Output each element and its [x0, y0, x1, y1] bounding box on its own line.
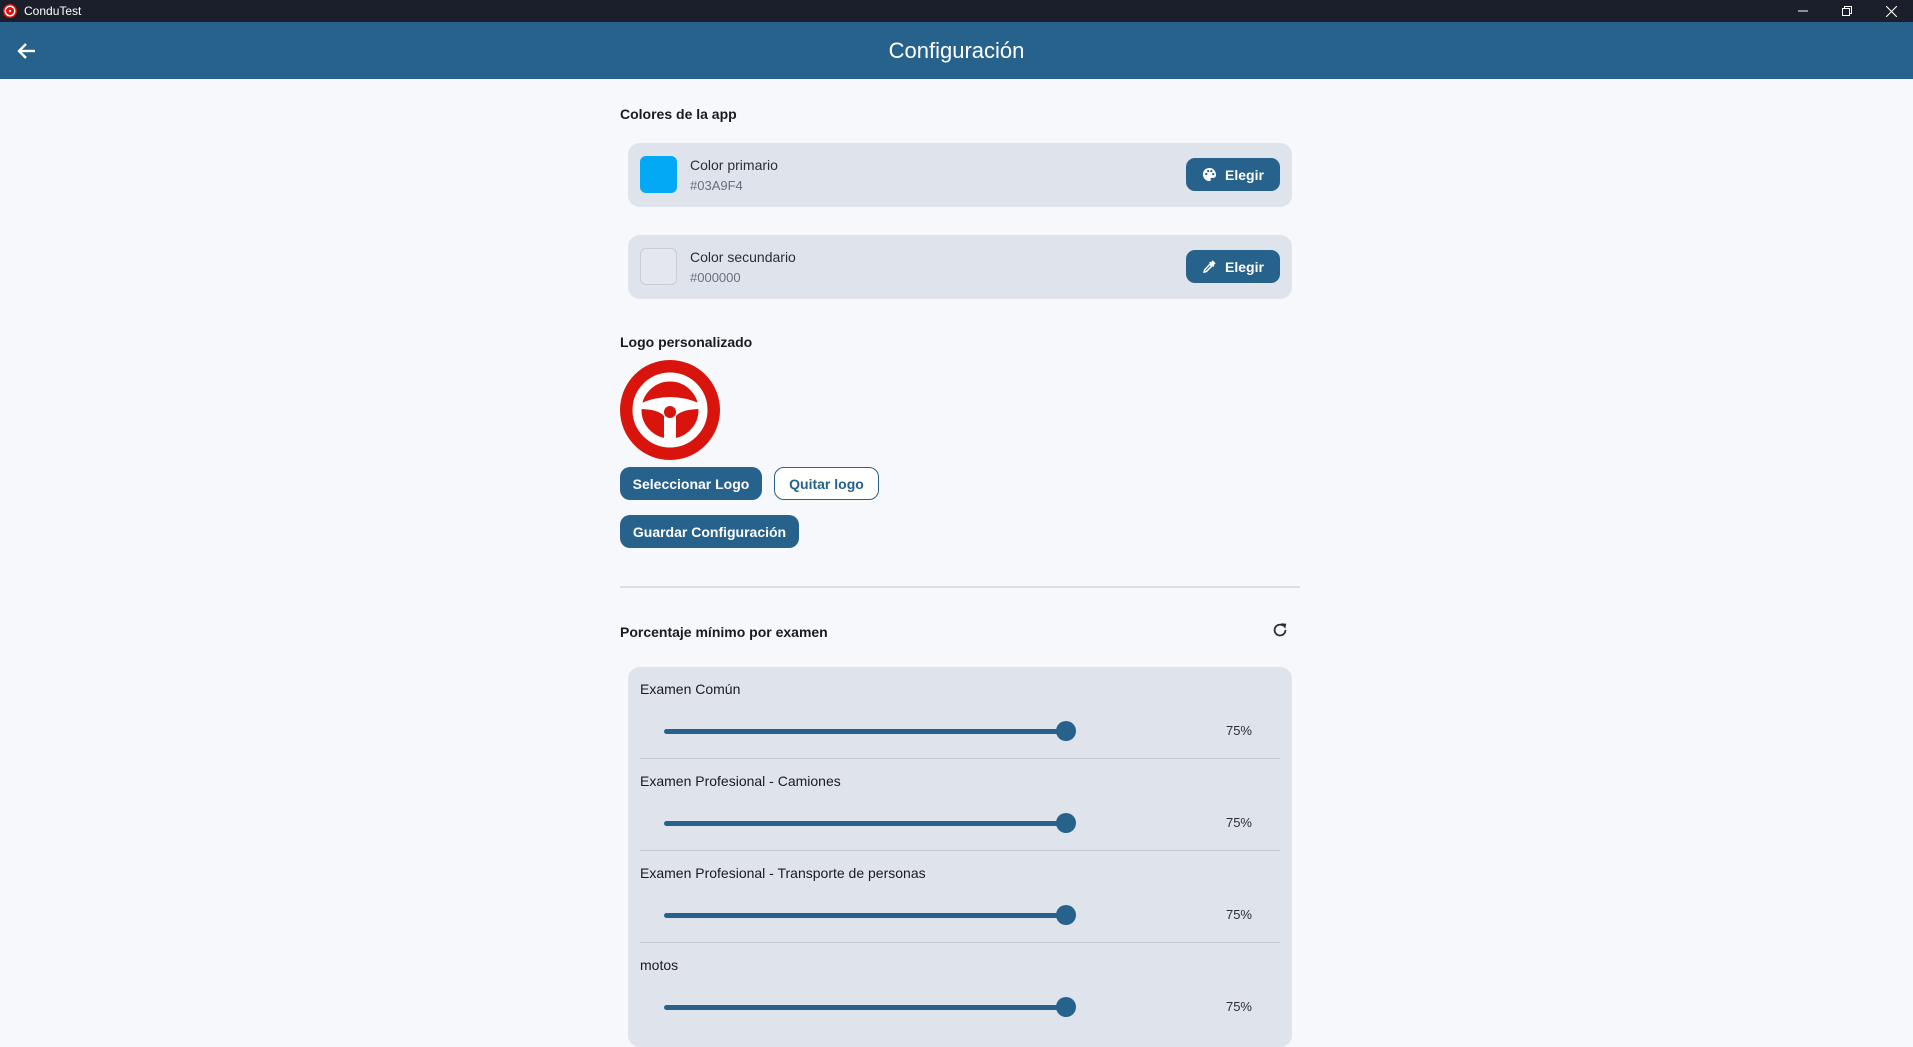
exam-label: motos	[640, 957, 679, 973]
choose-secondary-label: Elegir	[1225, 258, 1264, 275]
minimize-button[interactable]	[1781, 0, 1825, 22]
restore-icon	[1842, 6, 1852, 16]
logo-section-title: Logo personalizado	[620, 334, 753, 350]
percentage-slider-thumb[interactable]	[1056, 905, 1076, 925]
secondary-color-swatch	[640, 248, 677, 285]
reset-percentages-button[interactable]	[1268, 618, 1292, 642]
percentage-value: 75%	[1225, 723, 1252, 738]
app-logo-icon	[3, 4, 17, 18]
primary-color-card: Color primario #03A9F4 Elegir	[628, 143, 1292, 207]
percentage-slider-track[interactable]	[664, 913, 1068, 918]
exam-row: Examen Profesional - Camiones 75%	[640, 759, 1280, 851]
steering-wheel-icon	[620, 360, 720, 460]
exam-row: Examen Común 75%	[640, 667, 1280, 759]
close-icon	[1885, 5, 1897, 17]
exam-label: Examen Común	[640, 681, 741, 697]
save-settings-button[interactable]: Guardar Configuración	[620, 515, 799, 548]
percentage-slider-thumb[interactable]	[1056, 721, 1076, 741]
section-divider	[620, 586, 1300, 588]
exam-label: Examen Profesional - Camiones	[640, 773, 841, 789]
remove-logo-button[interactable]: Quitar logo	[774, 467, 879, 500]
choose-primary-label: Elegir	[1225, 166, 1264, 183]
exam-row: Examen Profesional - Transporte de perso…	[640, 851, 1280, 943]
eyedropper-icon	[1203, 260, 1216, 274]
percentage-slider-track[interactable]	[664, 729, 1068, 734]
secondary-color-hex: #000000	[690, 270, 741, 285]
minimize-icon	[1798, 10, 1808, 12]
window-titlebar: ConduTest	[0, 0, 1913, 22]
primary-color-label: Color primario	[690, 157, 778, 173]
percentage-slider-thumb[interactable]	[1056, 813, 1076, 833]
exams-section-title: Porcentaje mínimo por examen	[620, 624, 828, 640]
custom-logo-preview	[620, 360, 720, 460]
select-logo-button[interactable]: Seleccionar Logo	[620, 467, 762, 500]
colors-section-title: Colores de la app	[620, 106, 737, 122]
page-title: Configuración	[888, 38, 1025, 63]
percentage-slider-track[interactable]	[664, 1005, 1068, 1010]
percentage-value: 75%	[1225, 907, 1252, 922]
choose-primary-color-button[interactable]: Elegir	[1186, 158, 1280, 191]
exam-percentages-card: Examen Común 75% Examen Profesional - Ca…	[628, 667, 1292, 1047]
percentage-value: 75%	[1225, 999, 1252, 1014]
primary-color-hex: #03A9F4	[690, 178, 743, 193]
palette-icon	[1202, 167, 1217, 182]
exam-label: Examen Profesional - Transporte de perso…	[640, 865, 926, 881]
percentage-slider-track[interactable]	[664, 821, 1068, 826]
choose-secondary-color-button[interactable]: Elegir	[1186, 250, 1280, 283]
refresh-icon	[1273, 623, 1287, 637]
app-bar: Configuración	[0, 22, 1913, 79]
restore-button[interactable]	[1825, 0, 1869, 22]
close-button[interactable]	[1869, 0, 1913, 22]
primary-color-swatch	[640, 156, 677, 193]
percentage-value: 75%	[1225, 815, 1252, 830]
secondary-color-label: Color secundario	[690, 249, 796, 265]
app-name: ConduTest	[24, 4, 82, 18]
secondary-color-card: Color secundario #000000 Elegir	[628, 235, 1292, 299]
percentage-slider-thumb[interactable]	[1056, 997, 1076, 1017]
exam-row: motos 75%	[640, 943, 1280, 1035]
